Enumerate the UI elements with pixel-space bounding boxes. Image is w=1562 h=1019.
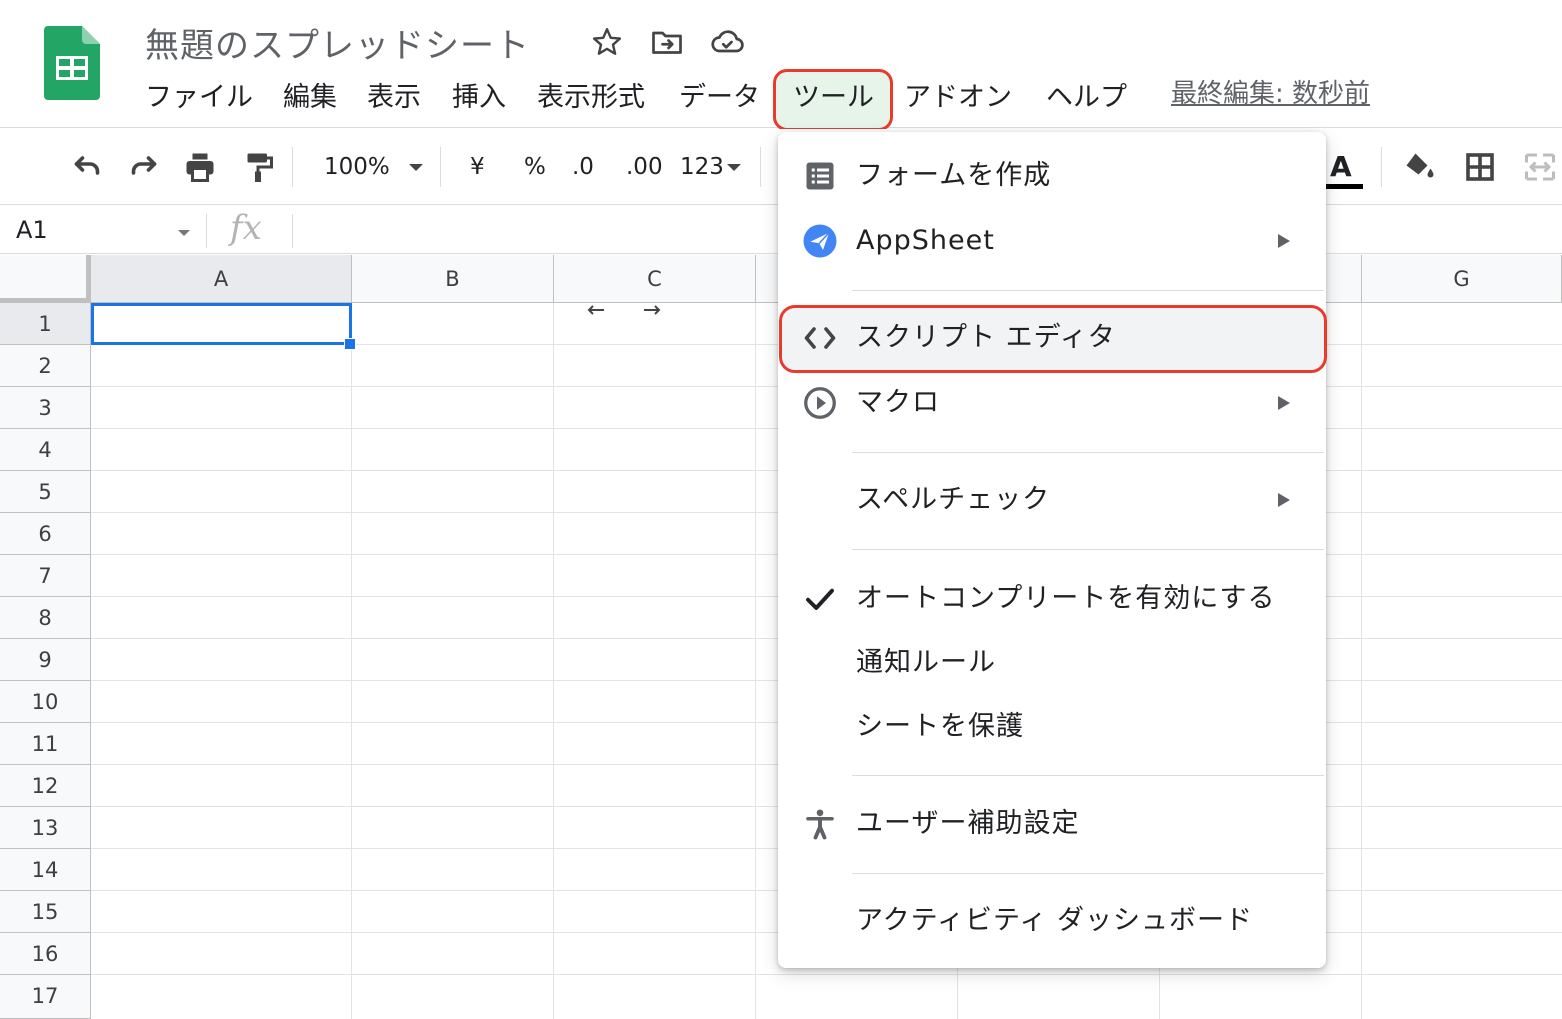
column-header-c[interactable]: C <box>554 255 756 303</box>
menu-item-label: スペルチェック <box>856 484 1051 515</box>
menu-view[interactable]: 表示 <box>367 76 421 120</box>
row-header[interactable]: 14 <box>0 849 91 891</box>
menu-item-label: アクティビティ ダッシュボード <box>856 905 1253 936</box>
menu-item-label: シートを保護 <box>856 711 1024 742</box>
fill-handle[interactable] <box>344 338 356 350</box>
row-header[interactable]: 9 <box>0 639 91 681</box>
grid-line <box>755 303 756 1019</box>
menu-item-script-editor[interactable]: スクリプト エディタ <box>778 308 1326 368</box>
toolbar-separator <box>292 147 293 187</box>
row-header[interactable]: 4 <box>0 429 91 471</box>
accessibility-icon <box>806 809 834 840</box>
decimal-decrease-button[interactable]: .0 <box>572 149 594 185</box>
menu-data[interactable]: データ <box>679 76 760 120</box>
row-header[interactable]: 16 <box>0 933 91 975</box>
menu-tools[interactable]: ツール <box>793 76 874 120</box>
column-header-b[interactable]: B <box>352 255 554 303</box>
row-header[interactable]: 1 <box>0 303 91 345</box>
borders-icon[interactable] <box>1462 149 1498 185</box>
move-to-folder-icon[interactable] <box>649 24 685 60</box>
menu-item-protect-sheet[interactable]: シートを保護 <box>778 697 1326 757</box>
row-header[interactable]: 2 <box>0 345 91 387</box>
grid-line <box>91 974 1562 975</box>
percent-format-button[interactable]: % <box>524 149 546 185</box>
menu-item-label: スクリプト エディタ <box>856 322 1116 353</box>
menu-separator <box>852 549 1324 550</box>
column-header-g[interactable]: G <box>1362 255 1562 303</box>
menu-addons[interactable]: アドオン <box>904 76 1012 120</box>
menu-item-activity-dashboard[interactable]: アクティビティ ダッシュボード <box>778 891 1326 951</box>
star-icon[interactable] <box>589 24 625 60</box>
menu-item-label: オートコンプリートを有効にする <box>856 583 1276 614</box>
undo-icon[interactable] <box>69 149 105 185</box>
menu-separator <box>852 452 1324 453</box>
check-icon <box>806 588 834 610</box>
row-header[interactable]: 12 <box>0 765 91 807</box>
redo-icon[interactable] <box>126 149 162 185</box>
fill-color-icon[interactable] <box>1402 149 1438 185</box>
toolbar-separator <box>1381 147 1382 187</box>
row-header[interactable]: 7 <box>0 555 91 597</box>
number-format-caret-icon[interactable] <box>727 164 741 171</box>
menu-separator <box>852 873 1324 874</box>
grid-line <box>1361 303 1362 1019</box>
paint-format-icon[interactable] <box>240 149 276 185</box>
row-header[interactable]: 13 <box>0 807 91 849</box>
row-header[interactable]: 6 <box>0 513 91 555</box>
menu-item-label: マクロ <box>856 387 940 418</box>
menu-item-autocomplete[interactable]: オートコンプリートを有効にする <box>778 569 1326 629</box>
code-icon <box>804 327 836 349</box>
grid-line <box>553 303 554 1019</box>
select-all-corner[interactable] <box>0 255 91 303</box>
formula-separator <box>206 214 207 248</box>
menu-item-label: ユーザー補助設定 <box>856 808 1080 839</box>
selected-cell-a1[interactable] <box>91 303 352 345</box>
row-header[interactable]: 15 <box>0 891 91 933</box>
document-title[interactable]: 無題のスプレッドシート <box>145 18 530 67</box>
row-header[interactable]: 10 <box>0 681 91 723</box>
formula-separator <box>292 214 293 248</box>
menu-help[interactable]: ヘルプ <box>1046 76 1127 120</box>
cloud-saved-icon[interactable] <box>709 24 745 60</box>
menu-item-accessibility[interactable]: ユーザー補助設定 <box>778 794 1326 854</box>
row-header[interactable]: 3 <box>0 387 91 429</box>
submenu-arrow-icon <box>1278 493 1290 507</box>
toolbar-separator <box>440 147 441 187</box>
submenu-arrow-icon <box>1278 396 1290 410</box>
grid-line <box>351 303 352 1019</box>
menu-format[interactable]: 表示形式 <box>537 76 645 120</box>
menu-item-macros[interactable]: マクロ <box>778 373 1326 433</box>
text-color-swatch <box>1325 184 1363 189</box>
row-header[interactable]: 17 <box>0 975 91 1019</box>
column-header-a[interactable]: A <box>91 255 352 303</box>
decimal-increase-button[interactable]: .00 <box>626 149 663 185</box>
menu-edit[interactable]: 編集 <box>283 76 337 120</box>
menu-separator <box>852 775 1324 776</box>
menu-item-spelling[interactable]: スペルチェック <box>778 470 1326 530</box>
menu-item-label: 通知ルール <box>856 647 996 678</box>
row-header[interactable]: 11 <box>0 723 91 765</box>
zoom-select[interactable]: 100% <box>324 149 390 185</box>
name-box-caret-icon[interactable] <box>178 230 190 236</box>
fx-icon: fx <box>230 208 262 248</box>
row-header[interactable]: 5 <box>0 471 91 513</box>
tools-dropdown-menu-lower: スクリプト エディタ マクロ スペルチェック オートコンプリートを有効にする 通… <box>778 132 1326 968</box>
name-box[interactable]: A1 <box>16 212 48 248</box>
row-header[interactable]: 8 <box>0 597 91 639</box>
menu-insert[interactable]: 挿入 <box>452 76 506 120</box>
merge-cells-icon[interactable] <box>1522 149 1558 185</box>
last-edit-link[interactable]: 最終編集: 数秒前 <box>1171 76 1370 116</box>
menu-file[interactable]: ファイル <box>145 76 253 120</box>
menu-item-notification-rules[interactable]: 通知ルール <box>778 633 1326 693</box>
number-format-button[interactable]: 123 <box>680 149 724 185</box>
currency-format-button[interactable]: ¥ <box>470 149 485 185</box>
text-color-button[interactable]: A <box>1330 149 1352 185</box>
print-icon[interactable] <box>182 149 218 185</box>
app-header: 無題のスプレッドシート ファイル 編集 表示 挿入 表示形式 データ ツール ア… <box>0 0 1562 131</box>
play-circle-icon <box>804 387 836 419</box>
toolbar-separator <box>760 147 761 187</box>
zoom-caret-icon[interactable] <box>409 164 423 171</box>
